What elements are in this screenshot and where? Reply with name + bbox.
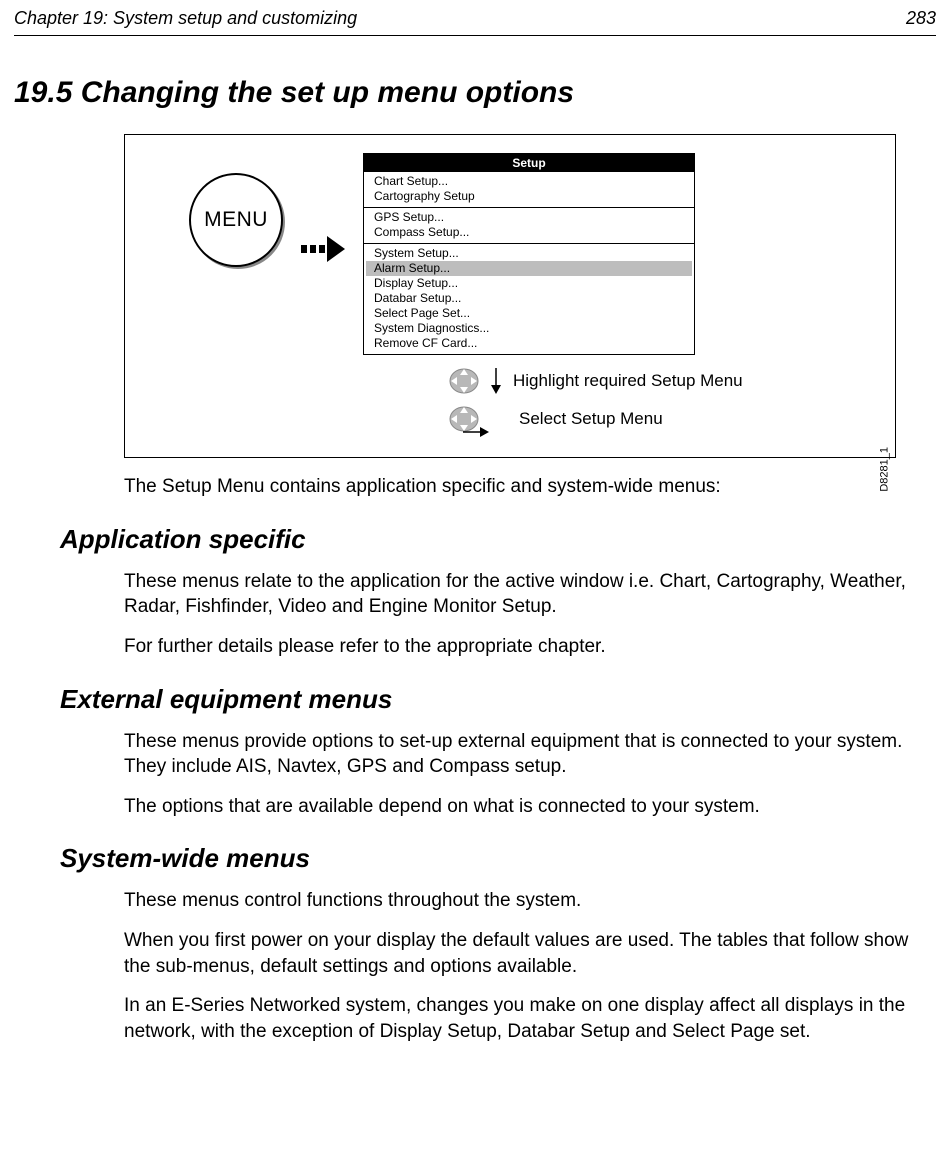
page-number: 283 bbox=[906, 8, 936, 29]
paragraph: When you first power on your display the… bbox=[124, 928, 922, 979]
hint-highlight: Highlight required Setup Menu bbox=[513, 371, 743, 391]
setup-menu-title: Setup bbox=[364, 154, 694, 172]
setup-item: Databar Setup... bbox=[364, 291, 694, 306]
setup-menu-box: Setup Chart Setup... Cartography Setup G… bbox=[363, 153, 695, 355]
setup-item-highlighted: Alarm Setup... bbox=[366, 261, 692, 276]
chapter-title: Chapter 19: System setup and customizing bbox=[14, 8, 357, 29]
arrow-down-icon bbox=[489, 368, 503, 394]
arrow-right-small-icon bbox=[463, 425, 489, 439]
paragraph: These menus control functions throughout… bbox=[124, 888, 922, 914]
paragraph: These menus provide options to set-up ex… bbox=[124, 729, 922, 780]
setup-item: Cartography Setup bbox=[364, 189, 694, 204]
paragraph: These menus relate to the application fo… bbox=[124, 569, 922, 620]
setup-item: GPS Setup... bbox=[364, 210, 694, 225]
paragraph: In an E-Series Networked system, changes… bbox=[124, 993, 922, 1044]
setup-item: Chart Setup... bbox=[364, 174, 694, 189]
paragraph: For further details please refer to the … bbox=[124, 634, 922, 660]
heading-system-wide: System-wide menus bbox=[60, 843, 936, 874]
figure-setup-menu: MENU Setup Chart Setup... Cartography Se… bbox=[124, 134, 896, 458]
setup-item: Compass Setup... bbox=[364, 225, 694, 240]
trackpad-vertical-icon bbox=[449, 367, 479, 395]
figure-id: D8281_1 bbox=[879, 447, 891, 492]
arrow-right-icon bbox=[301, 236, 345, 262]
setup-item: Display Setup... bbox=[364, 276, 694, 291]
heading-external: External equipment menus bbox=[60, 684, 936, 715]
menu-button: MENU bbox=[189, 173, 283, 267]
section-heading: 19.5 Changing the set up menu options bbox=[14, 76, 936, 110]
header-rule bbox=[14, 35, 936, 36]
hint-select: Select Setup Menu bbox=[519, 409, 663, 429]
intro-text: The Setup Menu contains application spec… bbox=[124, 474, 922, 500]
setup-item: Remove CF Card... bbox=[364, 336, 694, 351]
setup-item: Select Page Set... bbox=[364, 306, 694, 321]
setup-item: System Diagnostics... bbox=[364, 321, 694, 336]
setup-item: System Setup... bbox=[364, 246, 694, 261]
heading-app-specific: Application specific bbox=[60, 524, 936, 555]
paragraph: The options that are available depend on… bbox=[124, 794, 922, 820]
